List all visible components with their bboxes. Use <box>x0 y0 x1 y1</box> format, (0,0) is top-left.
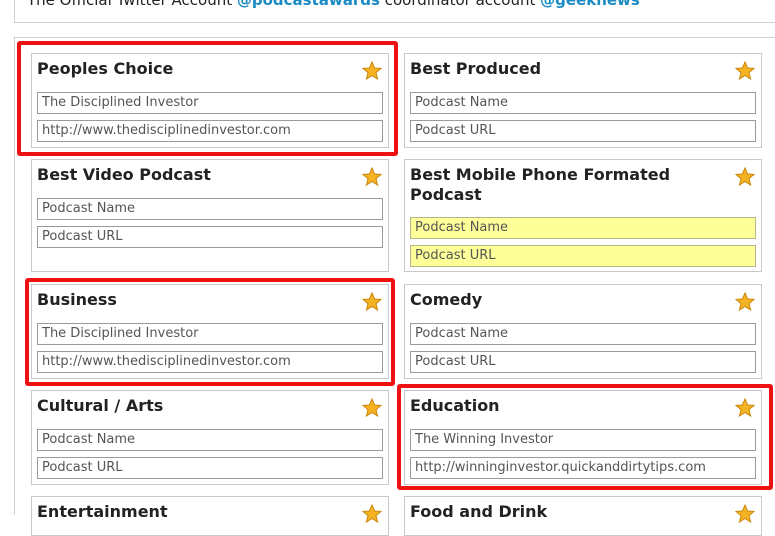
geeknews-link[interactable]: @geeknews <box>540 0 640 9</box>
podcast-url-field[interactable]: Podcast URL <box>37 226 383 248</box>
podcast-name-field[interactable]: The Winning Investor <box>410 429 756 451</box>
podcast-url-field[interactable]: Podcast URL <box>37 457 383 479</box>
header-text: The Official Twitter Account @podcastawa… <box>27 0 640 9</box>
category-title: Comedy <box>410 290 483 309</box>
category-card-business: Business The Disciplined Investor http:/… <box>31 284 389 379</box>
category-card-peoples-choice: Peoples Choice The Disciplined Investor … <box>31 53 389 148</box>
star-icon[interactable] <box>362 292 382 312</box>
category-card-best-video-podcast: Best Video Podcast Podcast Name Podcast … <box>31 159 389 272</box>
category-card-cultural-arts: Cultural / Arts Podcast Name Podcast URL <box>31 390 389 485</box>
star-icon[interactable] <box>362 398 382 418</box>
category-card-best-produced: Best Produced Podcast Name Podcast URL <box>404 53 762 148</box>
podcast-url-field[interactable]: Podcast URL <box>410 120 756 142</box>
category-title: Peoples Choice <box>37 59 174 78</box>
podcast-name-field[interactable]: The Disciplined Investor <box>37 323 383 345</box>
podcast-url-field[interactable]: http://www.thedisciplinedinvestor.com <box>37 120 383 142</box>
category-title: Entertainment <box>37 502 168 521</box>
star-icon[interactable] <box>735 398 755 418</box>
category-card-education: Education The Winning Investor http://wi… <box>404 390 762 485</box>
category-card-comedy: Comedy Podcast Name Podcast URL <box>404 284 762 379</box>
star-icon[interactable] <box>362 504 382 524</box>
podcast-url-field[interactable]: http://winninginvestor.quickanddirtytips… <box>410 457 756 479</box>
category-card-best-mobile-phone: Best Mobile Phone Formated Podcast Podca… <box>404 159 762 272</box>
podcast-name-field[interactable]: The Disciplined Investor <box>37 92 383 114</box>
category-card-entertainment: Entertainment <box>31 496 389 536</box>
star-icon[interactable] <box>362 61 382 81</box>
category-card-food-and-drink: Food and Drink <box>404 496 762 536</box>
star-icon[interactable] <box>735 504 755 524</box>
star-icon[interactable] <box>362 167 382 187</box>
category-title: Food and Drink <box>410 502 548 521</box>
podcastawards-link[interactable]: @podcastawards <box>237 0 380 9</box>
category-title: Best Mobile Phone Formated Podcast <box>410 165 671 204</box>
star-icon[interactable] <box>735 61 755 81</box>
category-title: Education <box>410 396 500 415</box>
star-icon[interactable] <box>735 292 755 312</box>
podcast-url-field[interactable]: http://www.thedisciplinedinvestor.com <box>37 351 383 373</box>
header-bar: The Official Twitter Account @podcastawa… <box>14 0 775 23</box>
star-icon[interactable] <box>735 167 755 187</box>
header-text-middle: coordinator account <box>379 0 541 9</box>
podcast-name-field[interactable]: Podcast Name <box>37 198 383 220</box>
podcast-name-field[interactable]: Podcast Name <box>37 429 383 451</box>
category-title: Business <box>37 290 117 309</box>
podcast-url-field[interactable]: Podcast URL <box>410 351 756 373</box>
podcast-name-field[interactable]: Podcast Name <box>410 323 756 345</box>
categories-panel: Peoples Choice The Disciplined Investor … <box>14 37 775 536</box>
header-text-before: The Official Twitter Account <box>27 0 237 9</box>
podcast-name-field[interactable]: Podcast Name <box>410 217 756 239</box>
podcast-url-field[interactable]: Podcast URL <box>410 245 756 267</box>
podcast-name-field[interactable]: Podcast Name <box>410 92 756 114</box>
category-title: Cultural / Arts <box>37 396 164 415</box>
category-title: Best Video Podcast <box>37 165 211 184</box>
category-title: Best Produced <box>410 59 542 78</box>
